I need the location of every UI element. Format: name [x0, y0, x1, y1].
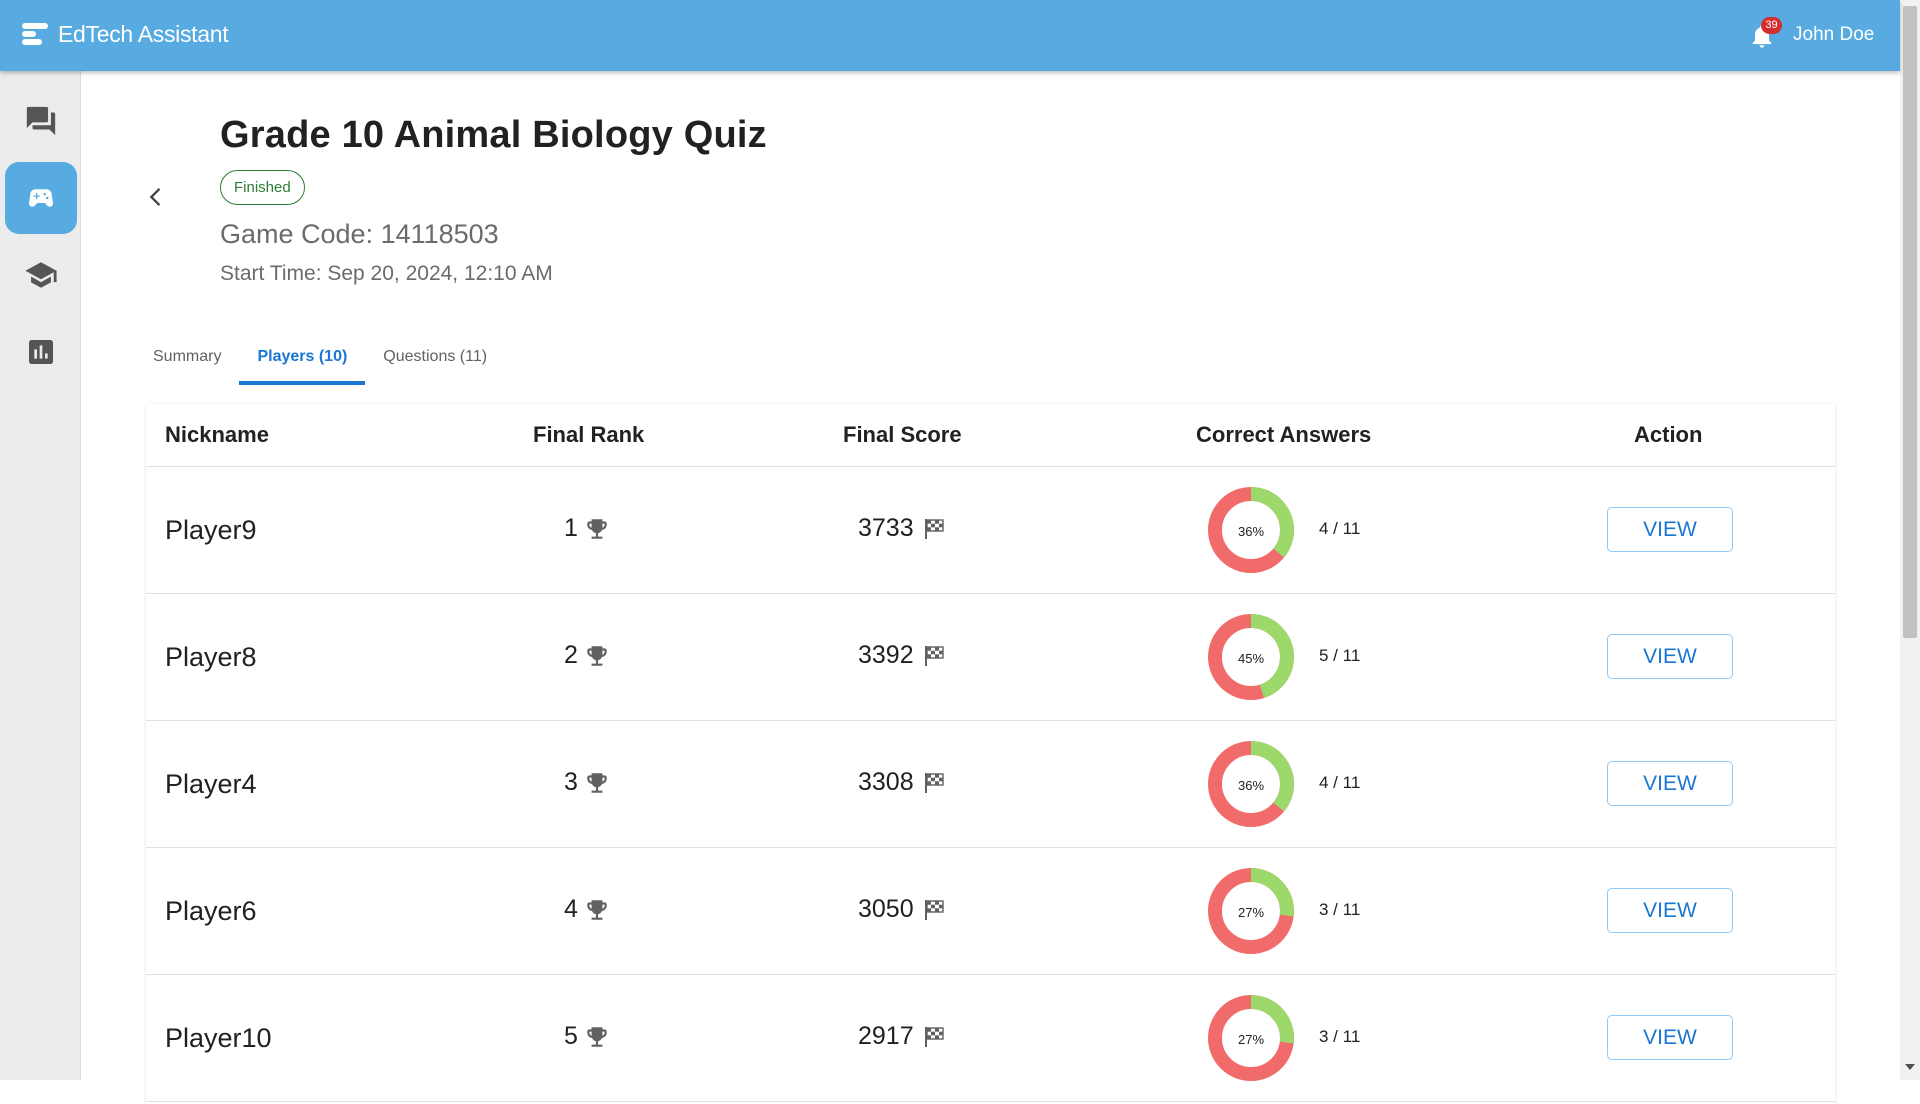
- final-score: 3050: [858, 895, 946, 924]
- final-rank: 1: [564, 514, 610, 543]
- tab-players[interactable]: Players (10): [239, 340, 366, 385]
- trophy-icon: [587, 645, 607, 666]
- tab-bar: Summary Players (10) Questions (11): [135, 340, 505, 385]
- start-time: Start Time: Sep 20, 2024, 12:10 AM: [220, 262, 553, 285]
- correct-ratio: 5 / 11: [1319, 646, 1361, 665]
- score-value: 3050: [858, 895, 914, 923]
- gamepad-icon: [28, 189, 54, 207]
- view-player-button[interactable]: VIEW: [1607, 507, 1733, 552]
- top-app-bar: EdTech Assistant 39 John Doe: [0, 0, 1900, 71]
- player-nickname: Player4: [165, 769, 257, 799]
- checkered-flag-icon: [924, 899, 944, 920]
- checkered-flag-icon: [924, 645, 944, 666]
- column-header-correct[interactable]: Correct Answers: [1196, 422, 1371, 448]
- correct-percent: 27%: [1237, 905, 1265, 920]
- view-player-button[interactable]: VIEW: [1607, 761, 1733, 806]
- user-name[interactable]: John Doe: [1793, 24, 1874, 46]
- sidebar-item-games[interactable]: [5, 162, 77, 234]
- column-header-rank[interactable]: Final Rank: [533, 422, 644, 448]
- final-rank: 4: [564, 895, 610, 924]
- trophy-icon: [587, 772, 607, 793]
- view-player-button[interactable]: VIEW: [1607, 1015, 1733, 1060]
- correct-ratio: 3 / 11: [1319, 1027, 1361, 1046]
- table-row: Player8 2 3392 45% 5 / 11 VIEW: [146, 594, 1835, 721]
- final-rank: 2: [564, 641, 610, 670]
- score-value: 3733: [858, 514, 914, 542]
- rank-value: 3: [564, 768, 578, 796]
- player-nickname: Player8: [165, 642, 257, 672]
- page-title: Grade 10 Animal Biology Quiz: [220, 114, 767, 156]
- correct-percent: 36%: [1237, 778, 1265, 793]
- sidebar: [0, 71, 81, 1080]
- correct-percent: 45%: [1237, 651, 1265, 666]
- rank-value: 4: [564, 895, 578, 923]
- rank-value: 1: [564, 514, 578, 542]
- chat-icon: [26, 106, 56, 136]
- players-table: Nickname Final Rank Final Score Correct …: [146, 404, 1835, 1104]
- scrollbar-thumb[interactable]: [1903, 6, 1917, 638]
- rank-value: 5: [564, 1022, 578, 1050]
- notification-badge: 39: [1761, 17, 1782, 34]
- game-code: Game Code: 14118503: [220, 219, 499, 249]
- correct-percent: 27%: [1237, 1032, 1265, 1047]
- player-nickname: Player10: [165, 1023, 272, 1053]
- tab-questions[interactable]: Questions (11): [365, 340, 505, 385]
- view-player-button[interactable]: VIEW: [1607, 888, 1733, 933]
- final-score: 3308: [858, 768, 946, 797]
- column-header-score[interactable]: Final Score: [843, 422, 962, 448]
- bar-chart-icon: [29, 340, 53, 364]
- correct-ratio: 3 / 11: [1319, 900, 1361, 919]
- menu-logo-icon: [20, 19, 50, 49]
- graduation-cap-icon: [25, 262, 57, 288]
- trophy-icon: [587, 518, 607, 539]
- scroll-down-arrow-icon[interactable]: [1905, 1064, 1915, 1070]
- player-nickname: Player6: [165, 896, 257, 926]
- rank-value: 2: [564, 641, 578, 669]
- trophy-icon: [587, 899, 607, 920]
- page-scrollbar[interactable]: [1900, 0, 1920, 1080]
- view-player-button[interactable]: VIEW: [1607, 634, 1733, 679]
- column-header-action: Action: [1634, 422, 1703, 447]
- sidebar-item-reports[interactable]: [5, 316, 77, 388]
- player-nickname: Player9: [165, 515, 257, 545]
- sidebar-item-chat[interactable]: [5, 85, 77, 157]
- checkered-flag-icon: [924, 772, 944, 793]
- table-header: Nickname Final Rank Final Score Correct …: [146, 404, 1835, 467]
- table-row: Player9 1 3733 36% 4 / 11 VIEW: [146, 467, 1835, 594]
- trophy-icon: [587, 1026, 607, 1047]
- app-name: EdTech Assistant: [58, 20, 229, 47]
- score-value: 2917: [858, 1022, 914, 1050]
- checkered-flag-icon: [924, 1026, 944, 1047]
- score-value: 3392: [858, 641, 914, 669]
- final-score: 2917: [858, 1022, 946, 1051]
- tab-summary[interactable]: Summary: [135, 340, 239, 385]
- table-row: Player6 4 3050 27% 3 / 11 VIEW: [146, 848, 1835, 975]
- column-header-nickname[interactable]: Nickname: [165, 422, 269, 448]
- final-score: 3392: [858, 641, 946, 670]
- sidebar-item-courses[interactable]: [5, 239, 77, 311]
- status-badge: Finished: [220, 170, 305, 205]
- correct-ratio: 4 / 11: [1319, 519, 1361, 538]
- final-rank: 3: [564, 768, 610, 797]
- table-row: Player4 3 3308 36% 4 / 11 VIEW: [146, 721, 1835, 848]
- checkered-flag-icon: [924, 518, 944, 539]
- table-row: Player10 5 2917 27% 3 / 11 VIEW: [146, 975, 1835, 1102]
- correct-ratio: 4 / 11: [1319, 773, 1361, 792]
- correct-percent: 36%: [1237, 524, 1265, 539]
- brand[interactable]: EdTech Assistant: [20, 19, 229, 49]
- score-value: 3308: [858, 768, 914, 796]
- final-score: 3733: [858, 514, 946, 543]
- final-rank: 5: [564, 1022, 610, 1051]
- back-arrow-icon[interactable]: [142, 183, 170, 211]
